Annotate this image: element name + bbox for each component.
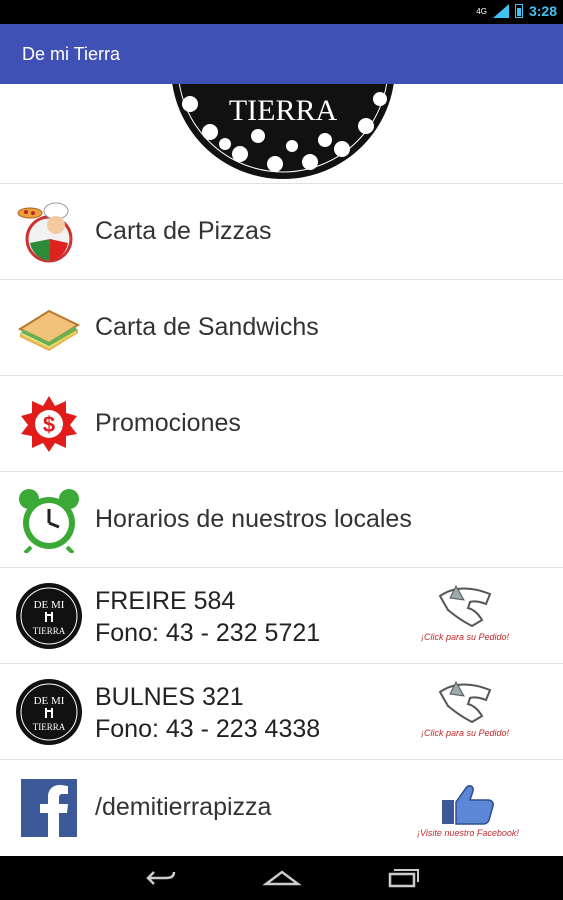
menu-item-promociones[interactable]: $ Promociones	[0, 376, 563, 472]
dollar-badge-icon: $	[14, 390, 84, 458]
system-nav-bar	[0, 856, 563, 900]
local-text: BULNES 321 Fono: 43 - 223 4338	[95, 681, 320, 745]
network-type-label: 4G	[476, 6, 487, 16]
call-order-button[interactable]: ¡Click para su Pedido!	[405, 582, 525, 642]
local-text: FREIRE 584 Fono: 43 - 232 5721	[95, 585, 320, 649]
local-item-freire[interactable]: DE MI TIERRA FREIRE 584 Fono: 43 - 232 5…	[0, 568, 563, 664]
facebook-visit-text: ¡Visite nuestro Facebook!	[417, 828, 519, 838]
menu-item-label: Horarios de nuestros locales	[95, 505, 412, 533]
menu-list: Carta de Pizzas Carta de Sandwichs $ Pro…	[0, 184, 563, 856]
facebook-icon	[14, 774, 84, 842]
menu-item-horarios[interactable]: Horarios de nuestros locales	[0, 472, 563, 568]
app-bar: De mi Tierra	[0, 24, 563, 84]
pizza-chef-icon	[14, 198, 84, 266]
header-banner: TIERRA	[0, 84, 563, 184]
local-name: BULNES 321	[95, 683, 244, 711]
signal-icon	[492, 4, 509, 18]
app-title: De mi Tierra	[22, 44, 121, 64]
facebook-item[interactable]: /demitierrapizza ¡Visite nuestro Faceboo…	[0, 760, 563, 856]
badge-top-text: DE MI	[34, 695, 65, 707]
logo-text: TIERRA	[229, 94, 338, 127]
phone-call-icon	[438, 680, 492, 724]
home-icon[interactable]	[262, 866, 302, 890]
svg-text:$: $	[43, 412, 55, 437]
menu-item-pizzas[interactable]: Carta de Pizzas	[0, 184, 563, 280]
facebook-visit-button[interactable]: ¡Visite nuestro Facebook!	[403, 782, 533, 838]
menu-item-label: Carta de Pizzas	[95, 217, 272, 245]
battery-icon	[514, 4, 523, 18]
badge-bottom-text: TIERRA	[33, 626, 66, 636]
brand-badge-icon: DE MI TIERRA	[14, 582, 84, 650]
local-phone: Fono: 43 - 223 4338	[95, 715, 321, 743]
phone-call-icon	[438, 584, 492, 628]
status-icons: 4G 3:28	[476, 3, 557, 19]
call-order-button[interactable]: ¡Click para su Pedido!	[405, 678, 525, 738]
facebook-label: /demitierrapizza	[95, 793, 272, 821]
badge-top-text: DE MI	[34, 599, 65, 611]
menu-item-sandwichs[interactable]: Carta de Sandwichs	[0, 280, 563, 376]
brand-badge-icon: DE MI TIERRA	[14, 678, 84, 746]
alarm-clock-icon	[14, 486, 84, 554]
call-order-text: ¡Click para su Pedido!	[420, 632, 510, 642]
sandwich-icon	[14, 294, 84, 362]
local-phone: Fono: 43 - 232 5721	[95, 619, 321, 647]
menu-item-label: Carta de Sandwichs	[95, 313, 319, 341]
brand-logo: TIERRA	[172, 84, 394, 179]
badge-bottom-text: TIERRA	[33, 722, 66, 732]
local-item-bulnes[interactable]: DE MI TIERRA BULNES 321 Fono: 43 - 223 4…	[0, 664, 563, 760]
back-icon[interactable]	[142, 866, 182, 890]
thumbs-up-icon	[442, 785, 494, 825]
status-time: 3:28	[528, 3, 557, 19]
call-order-text: ¡Click para su Pedido!	[420, 728, 510, 738]
recent-apps-icon[interactable]	[382, 866, 422, 890]
local-name: FREIRE 584	[95, 587, 236, 615]
status-bar: 4G 3:28	[0, 0, 563, 24]
menu-item-label: Promociones	[95, 409, 241, 437]
